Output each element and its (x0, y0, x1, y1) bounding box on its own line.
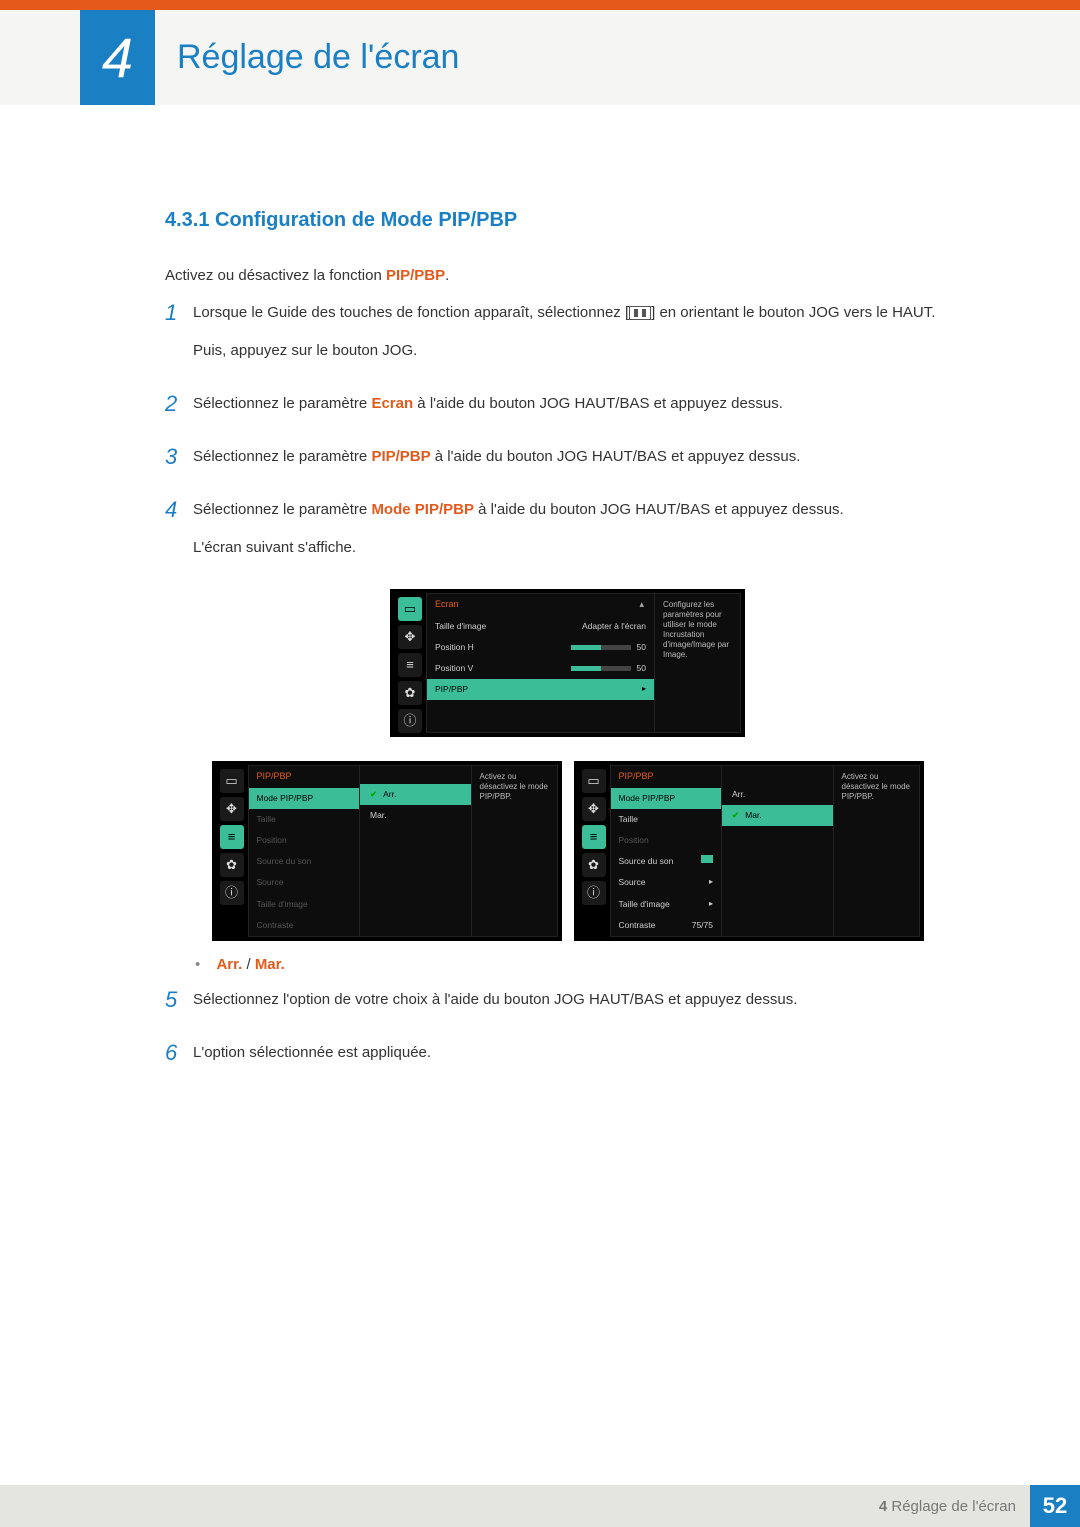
step-list-cont: 5 Sélectionnez l'option de votre choix à… (165, 988, 970, 1079)
osd-screenshot-ecran: ▭ ✥ ≡ ✿ ⓘ Ecran▴ Taille d'imageAdapter à… (390, 589, 745, 737)
list-icon: ≡ (398, 653, 422, 677)
chevron-right-icon: ▸ (709, 876, 713, 889)
arrow-up-icon: ▴ (639, 598, 644, 612)
osd-title: PIP/PBP (611, 766, 722, 788)
option-bullet: • Arr. / Mar. (195, 953, 970, 976)
box-icon (701, 855, 713, 863)
osd-title: Ecran (435, 599, 459, 609)
gear-icon: ✿ (220, 853, 244, 877)
chevron-right-icon: ▸ (642, 683, 646, 696)
footer-chapter-num: 4 (879, 1498, 892, 1515)
step-number: 2 (165, 392, 193, 416)
step-number: 5 (165, 988, 193, 1012)
info-icon: ⓘ (220, 881, 244, 905)
chapter-number: 4 (102, 25, 133, 90)
osd-hint: Configurez les paramètres pour utiliser … (655, 594, 740, 732)
intro-text: Activez ou désactivez la fonction PIP/PB… (165, 264, 970, 287)
picture-icon: ▭ (220, 769, 244, 793)
step-number: 3 (165, 445, 193, 469)
section-title: Configuration de Mode PIP/PBP (215, 209, 517, 231)
page-footer: 4 Réglage de l'écran 52 (0, 1485, 1080, 1527)
chapter-title: Réglage de l'écran (155, 10, 459, 105)
section-number: 4.3.1 (165, 209, 209, 231)
slider-icon (571, 645, 631, 650)
chapter-header: 4 Réglage de l'écran (0, 10, 1080, 105)
mar-option: Mar. (255, 956, 285, 973)
picture-icon: ▭ (398, 597, 422, 621)
footer-chapter-title: Réglage de l'écran (891, 1498, 1016, 1515)
step-list: 1 Lorsque le Guide des touches de foncti… (165, 301, 970, 573)
page-content: 4.3.1 Configuration de Mode PIP/PBP Acti… (0, 105, 1080, 1079)
step-number: 1 (165, 301, 193, 325)
gear-icon: ✿ (398, 681, 422, 705)
osd-hint: Activez ou désactivez le mode PIP/PBP. (834, 766, 919, 936)
osd-title: PIP/PBP (249, 766, 360, 788)
info-icon: ⓘ (582, 881, 606, 905)
osd-screenshot-mar: ▭ ✥ ≡ ✿ ⓘ PIP/PBP Mode PIP/PBP Taille Po… (574, 761, 924, 941)
osd-hint: Activez ou désactivez le mode PIP/PBP. (472, 766, 557, 936)
page-number: 52 (1030, 1485, 1080, 1527)
list-icon: ≡ (220, 825, 244, 849)
ecran-term: Ecran (371, 395, 413, 412)
osd-pair: ▭ ✥ ≡ ✿ ⓘ PIP/PBP Mode PIP/PBP Taille Po… (165, 761, 970, 941)
section-heading: 4.3.1 Configuration de Mode PIP/PBP (165, 205, 970, 236)
check-icon: ✔ (370, 788, 377, 801)
pippbp-term: PIP/PBP (371, 448, 430, 465)
check-icon: ✔ (732, 809, 739, 822)
top-accent-bar (0, 0, 1080, 10)
move-icon: ✥ (582, 797, 606, 821)
move-icon: ✥ (398, 625, 422, 649)
step-number: 6 (165, 1041, 193, 1065)
mode-pippbp-term: Mode PIP/PBP (371, 501, 474, 518)
osd-screenshot-arr: ▭ ✥ ≡ ✿ ⓘ PIP/PBP Mode PIP/PBP Taille Po… (212, 761, 562, 941)
step-number: 4 (165, 498, 193, 522)
arr-option: Arr. (216, 956, 242, 973)
move-icon: ✥ (220, 797, 244, 821)
pip-pbp-term: PIP/PBP (386, 267, 445, 284)
chevron-right-icon: ▸ (709, 898, 713, 911)
slider-icon (571, 666, 631, 671)
info-icon: ⓘ (398, 709, 422, 733)
picture-icon: ▭ (582, 769, 606, 793)
chapter-number-box: 4 (80, 10, 155, 105)
menu-icon (629, 306, 651, 320)
bullet-icon: • (195, 956, 200, 973)
list-icon: ≡ (582, 825, 606, 849)
gear-icon: ✿ (582, 853, 606, 877)
